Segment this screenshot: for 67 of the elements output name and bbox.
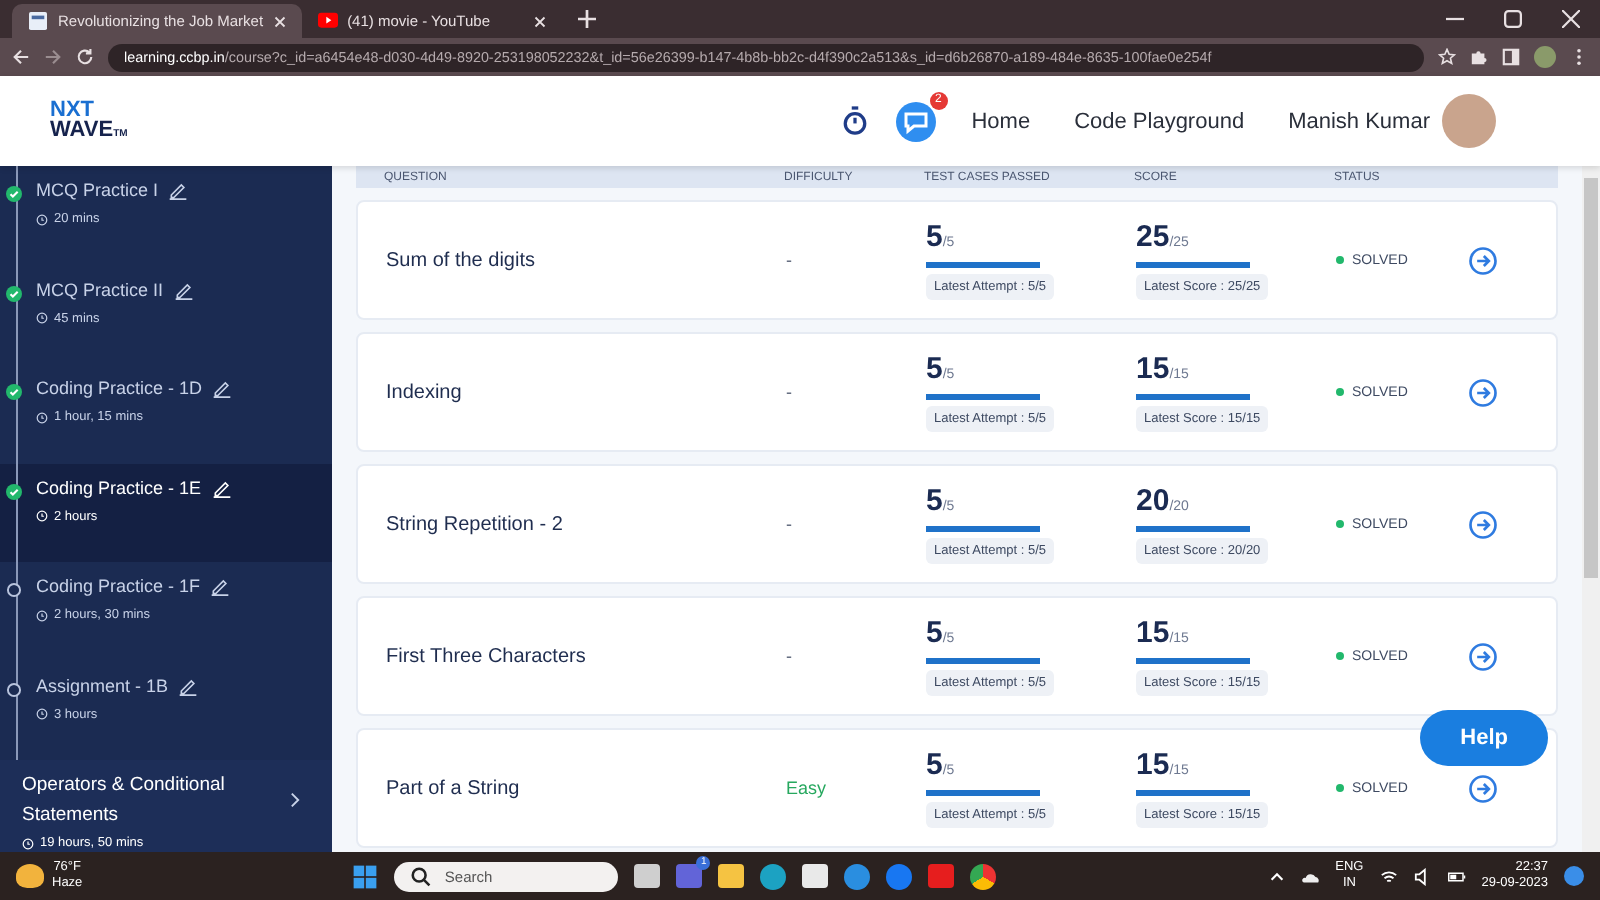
question-title: Indexing — [386, 381, 464, 403]
side-panel-icon[interactable] — [1502, 48, 1520, 66]
item-title: Coding Practice - 1D — [36, 378, 203, 398]
puzzle-icon[interactable] — [1470, 48, 1488, 66]
wifi-icon[interactable] — [1379, 867, 1398, 885]
star-icon[interactable] — [1438, 48, 1456, 66]
difficulty-label: - — [786, 382, 794, 402]
difficulty-label: Easy — [786, 778, 829, 798]
status-dot — [1336, 652, 1344, 660]
pencil-icon[interactable] — [178, 675, 199, 695]
pencil-icon[interactable] — [210, 576, 231, 596]
forward-icon[interactable] — [44, 48, 62, 66]
question-title: First Three Characters — [386, 645, 588, 667]
chat-button[interactable] — [895, 101, 936, 141]
arrow-circle-icon[interactable] — [1468, 377, 1498, 407]
question-title: String Repetition - 2 — [386, 513, 565, 535]
question-title: Part of a String — [386, 777, 522, 799]
item-title: Coding Practice - 1E — [36, 477, 202, 497]
difficulty-label: - — [786, 250, 794, 270]
difficulty-label: - — [786, 646, 794, 666]
item-title: MCQ Practice II — [36, 279, 164, 299]
clock-icon — [36, 609, 48, 621]
question-title: Sum of the digits — [386, 249, 537, 271]
stopwatch-icon[interactable] — [841, 106, 868, 136]
caret-icon[interactable] — [1267, 867, 1286, 885]
help-button[interactable]: Help — [1420, 710, 1548, 766]
status-dot — [1336, 784, 1344, 792]
difficulty-label: - — [786, 514, 794, 534]
reload-icon[interactable] — [76, 48, 94, 66]
clock-icon — [22, 837, 34, 849]
battery-icon[interactable] — [1447, 867, 1466, 885]
clock-icon — [36, 312, 48, 324]
pencil-icon[interactable] — [173, 279, 194, 299]
windows-icon[interactable] — [352, 863, 379, 889]
close-icon[interactable] — [533, 15, 546, 27]
plus-icon[interactable] — [577, 10, 596, 28]
chevron-icon — [290, 792, 300, 808]
item-title: MCQ Practice I — [36, 180, 159, 200]
arrow-circle-icon[interactable] — [1468, 773, 1498, 803]
status-dot — [1336, 388, 1344, 396]
arrow-circle-icon[interactable] — [1468, 509, 1498, 539]
arrow-circle-icon[interactable] — [1468, 641, 1498, 671]
speaker-icon[interactable] — [1413, 867, 1432, 885]
arrow-circle-icon[interactable] — [1468, 245, 1498, 275]
status-dot — [1336, 520, 1344, 528]
nav-link[interactable]: Home — [971, 109, 1031, 133]
clock-icon — [36, 708, 48, 720]
status-dot — [1336, 256, 1344, 264]
close-icon[interactable] — [1562, 10, 1580, 28]
section-title: Operators & Conditional Statements — [22, 772, 227, 830]
pencil-icon[interactable] — [168, 180, 189, 200]
profile-avatar[interactable] — [1534, 46, 1556, 68]
page-icon — [28, 12, 48, 30]
back-icon[interactable] — [12, 48, 30, 66]
nav-link[interactable]: Code Playground — [1074, 109, 1245, 133]
user-name[interactable]: Manish Kumar — [1288, 109, 1430, 133]
clock-icon — [36, 510, 48, 522]
maximize-icon[interactable] — [1504, 10, 1522, 28]
item-title: Coding Practice - 1F — [36, 576, 201, 596]
play-icon — [317, 12, 338, 30]
scrollbar[interactable] — [1582, 166, 1600, 852]
item-title: Assignment - 1B — [36, 675, 169, 695]
close-icon[interactable] — [273, 15, 286, 27]
pencil-icon[interactable] — [212, 378, 233, 398]
clock-icon — [36, 213, 48, 225]
search-icon — [410, 865, 433, 887]
clock-icon — [36, 411, 48, 423]
